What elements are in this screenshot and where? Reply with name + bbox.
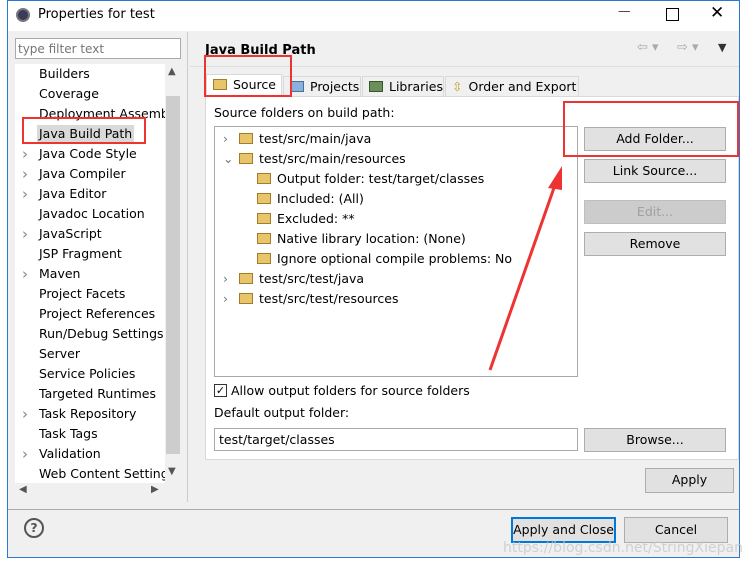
annotation-arrow <box>488 166 562 371</box>
